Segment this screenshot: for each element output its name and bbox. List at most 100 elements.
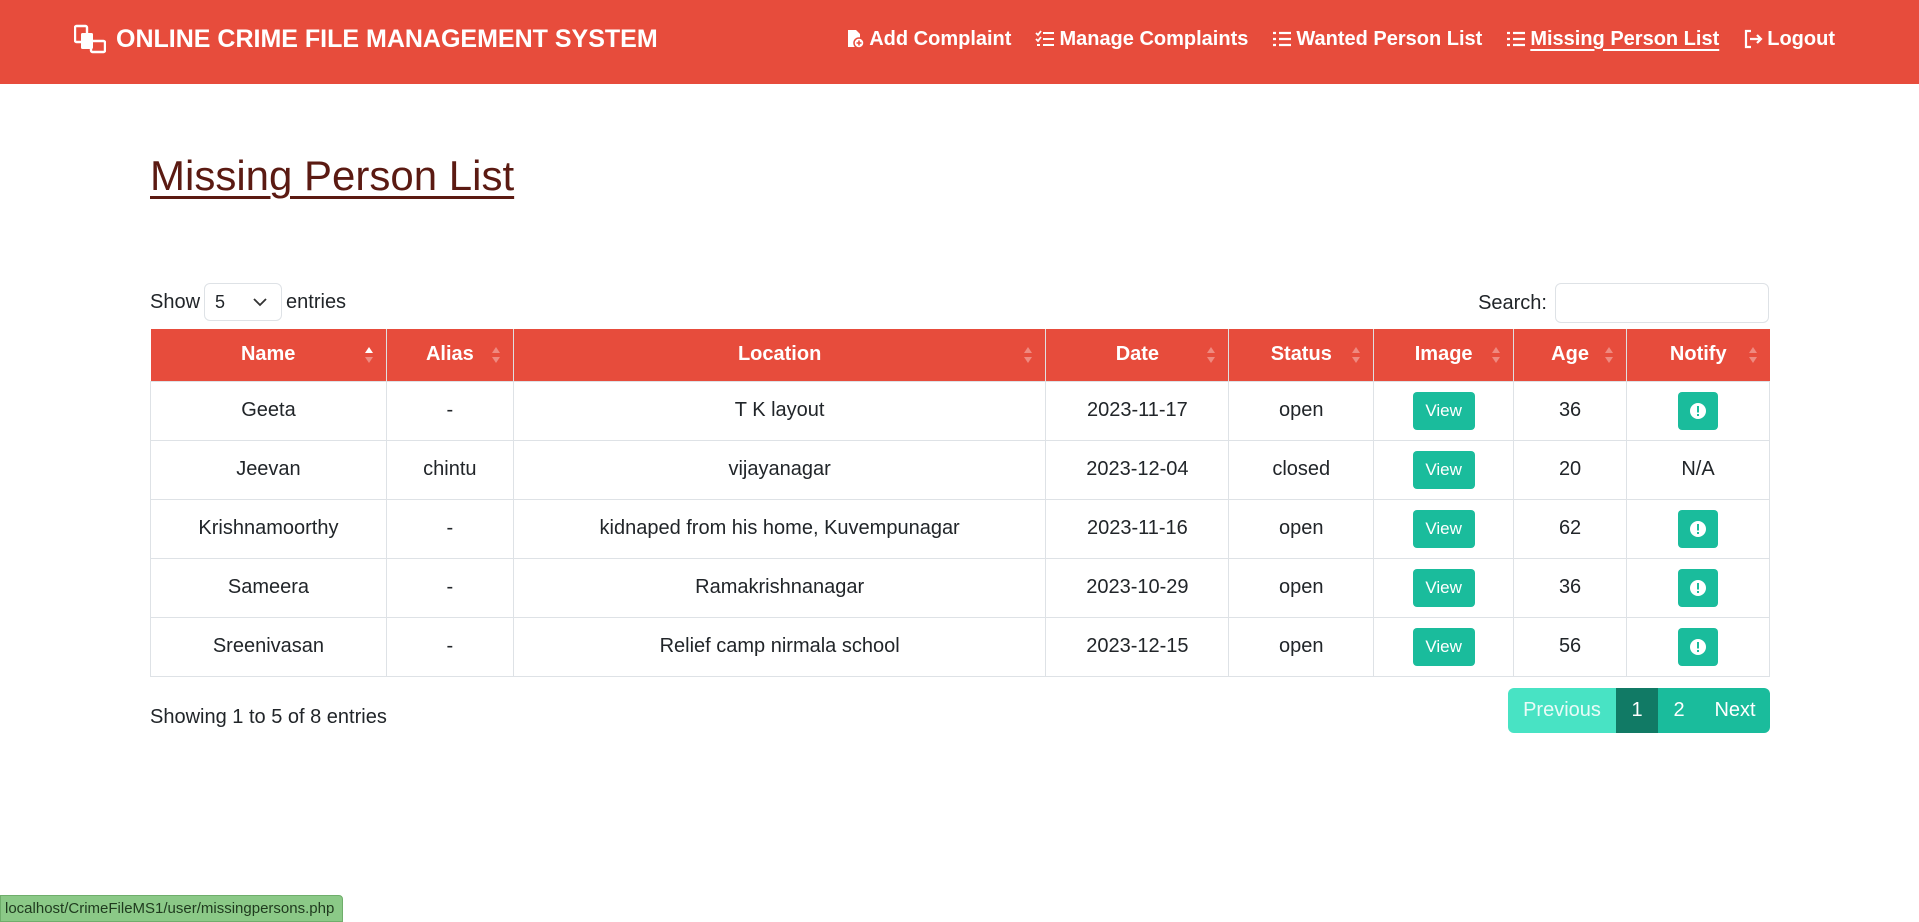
sort-icon: [1748, 347, 1757, 363]
page-title: Missing Person List: [150, 152, 515, 199]
list-check-icon: [1035, 30, 1055, 46]
sort-icon: [1605, 347, 1614, 363]
cell-location: kidnaped from his home, Kuvempunagar: [512, 498, 1047, 559]
cell-age: 36: [1513, 557, 1628, 618]
column-header-notify[interactable]: Notify: [1626, 329, 1770, 381]
exclamation-circle-icon: [1690, 520, 1707, 537]
cell-status: open: [1228, 498, 1375, 559]
column-header-status[interactable]: Status: [1228, 329, 1375, 381]
nav-label: Missing Person List: [1530, 27, 1720, 50]
cell-notify: [1626, 498, 1770, 559]
cell-location: Ramakrishnanagar: [512, 557, 1047, 618]
cell-age: 56: [1513, 616, 1628, 677]
cell-image: View: [1373, 557, 1515, 618]
cell-date: 2023-11-16: [1045, 498, 1230, 559]
cell-notify: N/A: [1626, 439, 1770, 500]
cell-alias: -: [385, 498, 514, 559]
view-image-button[interactable]: View: [1412, 627, 1475, 666]
cell-status: open: [1228, 557, 1375, 618]
cell-location: vijayanagar: [512, 439, 1047, 500]
file-plus-icon: [848, 30, 865, 49]
logout-icon: [1745, 29, 1763, 49]
next-page-button[interactable]: Next: [1700, 688, 1770, 733]
cell-name: Sreenivasan: [150, 616, 387, 677]
cell-image: View: [1373, 439, 1515, 500]
nav-logout[interactable]: Logout: [1743, 28, 1835, 51]
cell-date: 2023-11-17: [1045, 380, 1230, 441]
notify-button[interactable]: [1678, 391, 1719, 430]
cell-age: 36: [1513, 380, 1628, 441]
nav-label: Add Complaint: [869, 27, 1012, 50]
chevron-down-icon: [253, 298, 267, 307]
column-label: Location: [737, 343, 822, 366]
top-navbar: ONLINE CRIME FILE MANAGEMENT SYSTEM Add …: [0, 0, 1919, 84]
cell-alias: chintu: [385, 439, 514, 500]
cell-name: Krishnamoorthy: [150, 498, 387, 559]
cell-alias: -: [385, 380, 514, 441]
nav-label: Logout: [1767, 27, 1835, 50]
view-image-button[interactable]: View: [1412, 568, 1475, 607]
view-image-button[interactable]: View: [1412, 509, 1475, 548]
notify-button[interactable]: [1678, 627, 1719, 666]
cell-alias: -: [385, 616, 514, 677]
column-label: Age: [1551, 343, 1589, 366]
nav-add-complaint[interactable]: Add Complaint: [845, 28, 1011, 51]
column-header-image[interactable]: Image: [1373, 329, 1515, 381]
cell-location: T K layout: [512, 380, 1047, 441]
missing-persons-table: Name Alias Location Date Status Image Ag…: [150, 329, 1770, 677]
search-control: Search:: [1478, 283, 1769, 323]
notify-button[interactable]: [1678, 568, 1719, 607]
column-header-location[interactable]: Location: [513, 329, 1047, 381]
cell-notify: [1626, 380, 1770, 441]
sort-icon: [1207, 347, 1216, 363]
previous-page-button[interactable]: Previous: [1508, 688, 1616, 733]
cell-alias: -: [385, 557, 514, 618]
cell-date: 2023-10-29: [1045, 557, 1230, 618]
entries-label: entries: [286, 290, 347, 313]
notify-button[interactable]: [1678, 509, 1719, 548]
column-header-age[interactable]: Age: [1513, 329, 1628, 381]
page-2-button[interactable]: 2: [1658, 688, 1700, 733]
sort-asc-icon: [364, 347, 373, 363]
nav-missing-person-list[interactable]: Missing Person List: [1506, 28, 1719, 51]
sort-icon: [1024, 347, 1033, 363]
sort-icon: [1352, 347, 1361, 363]
column-label: Image: [1414, 343, 1473, 366]
brand-title: ONLINE CRIME FILE MANAGEMENT SYSTEM: [116, 24, 658, 53]
search-label: Search:: [1478, 291, 1547, 314]
cell-date: 2023-12-15: [1045, 616, 1230, 677]
entries-select[interactable]: 5: [204, 283, 283, 321]
cell-name: Sameera: [150, 557, 387, 618]
cell-image: View: [1373, 380, 1515, 441]
table-row: Krishnamoorthy - kidnaped from his home,…: [150, 498, 1770, 559]
cell-date: 2023-12-04: [1045, 439, 1230, 500]
search-input[interactable]: [1555, 283, 1769, 323]
column-header-alias[interactable]: Alias: [386, 329, 514, 381]
cell-age: 20: [1513, 439, 1628, 500]
view-image-button[interactable]: View: [1412, 391, 1475, 430]
table-header-row: Name Alias Location Date Status Image Ag…: [150, 329, 1770, 381]
column-header-name[interactable]: Name: [150, 329, 387, 381]
column-label: Alias: [425, 343, 474, 366]
column-label: Status: [1270, 343, 1332, 366]
page-1-button[interactable]: 1: [1616, 688, 1658, 733]
exclamation-circle-icon: [1690, 638, 1707, 655]
pagination: Previous 1 2 Next: [1508, 688, 1770, 733]
nav-label: Wanted Person List: [1296, 27, 1483, 50]
brand[interactable]: ONLINE CRIME FILE MANAGEMENT SYSTEM: [74, 22, 658, 56]
nav-manage-complaints[interactable]: Manage Complaints: [1035, 28, 1248, 51]
table-row: Geeta - T K layout 2023-11-17 open View …: [150, 380, 1770, 441]
exclamation-circle-icon: [1690, 579, 1707, 596]
cell-status: closed: [1228, 439, 1375, 500]
browser-status-url: localhost/CrimeFileMS1/user/missingperso…: [0, 895, 344, 922]
list-icon: [1507, 31, 1526, 47]
cell-image: View: [1373, 616, 1515, 677]
column-header-date[interactable]: Date: [1045, 329, 1230, 381]
exclamation-circle-icon: [1690, 402, 1707, 419]
cell-name: Jeevan: [150, 439, 387, 500]
column-label: Date: [1115, 343, 1160, 366]
view-image-button[interactable]: View: [1412, 450, 1475, 489]
table-row: Sameera - Ramakrishnanagar 2023-10-29 op…: [150, 557, 1770, 618]
column-label: Name: [240, 343, 296, 366]
nav-wanted-person-list[interactable]: Wanted Person List: [1272, 28, 1482, 51]
